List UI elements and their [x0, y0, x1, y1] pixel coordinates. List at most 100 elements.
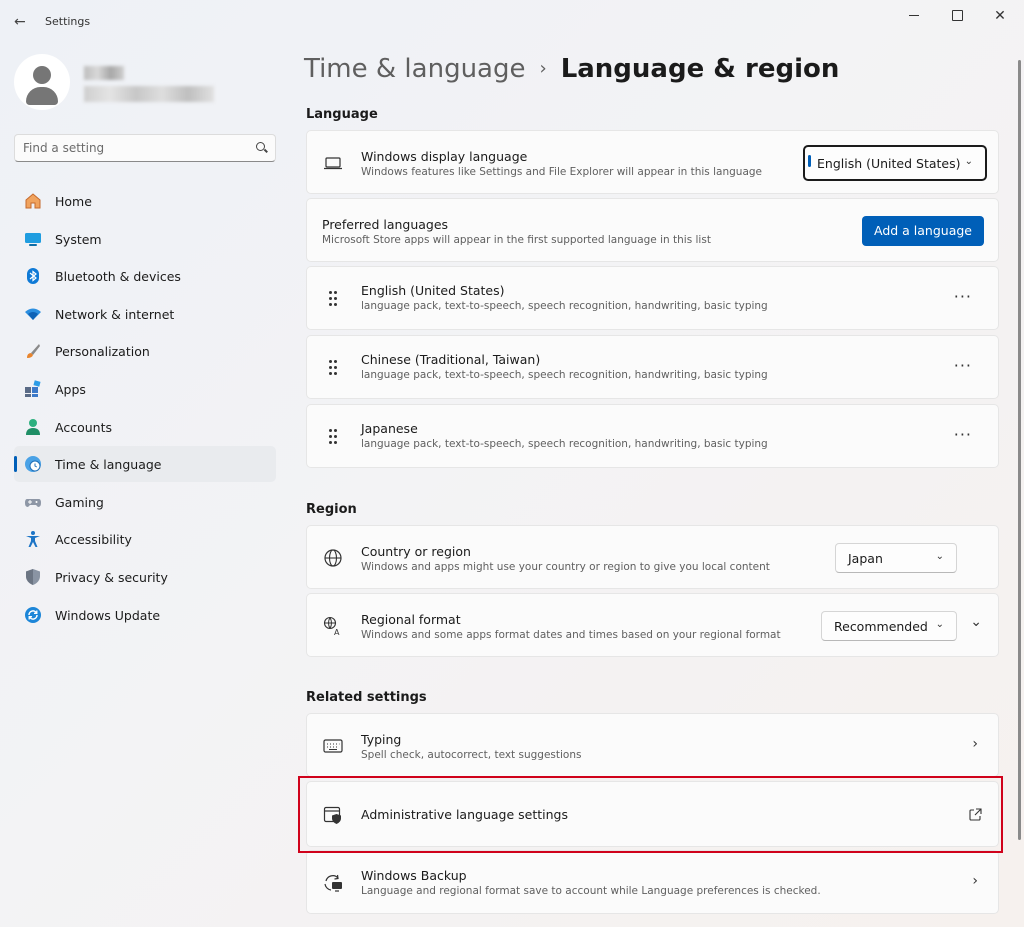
regional-format-card[interactable]: A Regional format Windows and some apps … — [306, 593, 999, 657]
sidebar-item-time-language[interactable]: Time & language — [14, 446, 276, 483]
country-region-card: Country or region Windows and apps might… — [306, 525, 999, 589]
country-region-desc: Windows and apps might use your country … — [361, 561, 770, 573]
maximize-button[interactable] — [934, 6, 980, 26]
sidebar-item-label: Accessibility — [55, 532, 132, 548]
language-name: English (United States) — [361, 283, 505, 298]
sidebar-item-windows-update[interactable]: Windows Update — [14, 597, 276, 633]
sidebar-item-system[interactable]: System — [14, 221, 276, 257]
minimize-icon — [909, 15, 919, 16]
user-name-redacted — [84, 66, 124, 80]
windows-backup-title: Windows Backup — [361, 868, 467, 883]
update-icon — [25, 606, 41, 623]
chevron-down-icon: ⌄ — [964, 156, 973, 167]
brush-icon — [27, 344, 40, 359]
country-region-title: Country or region — [361, 544, 471, 559]
sidebar-nav: Home System Bluetooth & devices Network … — [14, 183, 276, 634]
regional-format-title: Regional format — [361, 612, 461, 627]
search-input[interactable] — [23, 139, 243, 157]
sidebar-item-apps[interactable]: Apps — [14, 371, 276, 407]
avatar — [14, 54, 70, 110]
regional-format-desc: Windows and some apps format dates and t… — [361, 629, 781, 641]
section-heading-language: Language — [306, 107, 378, 122]
globe-icon — [324, 549, 342, 567]
keyboard-icon — [323, 739, 343, 753]
administrative-language-settings-link[interactable]: Administrative language settings — [306, 781, 999, 847]
drag-handle-icon[interactable] — [329, 360, 337, 376]
sidebar-item-accessibility[interactable]: Accessibility — [14, 521, 276, 557]
user-profile[interactable] — [14, 46, 276, 116]
sidebar-item-network[interactable]: Network & internet — [14, 296, 276, 332]
app-title: Settings — [45, 15, 91, 28]
sidebar-item-label: Time & language — [55, 457, 162, 473]
display-language-dropdown[interactable]: English (United States) ⌄ — [803, 145, 987, 181]
back-arrow-icon[interactable]: ← — [14, 12, 28, 32]
more-options-icon[interactable]: ··· — [954, 356, 972, 375]
sidebar-item-accounts[interactable]: Accounts — [14, 409, 276, 445]
sidebar-item-label: Home — [55, 194, 92, 209]
language-name: Japanese — [361, 421, 418, 436]
chevron-down-icon: ⌄ — [935, 619, 944, 630]
typing-link[interactable]: Typing Spell check, autocorrect, text su… — [306, 713, 999, 777]
more-options-icon[interactable]: ··· — [954, 425, 972, 444]
title-bar: ← Settings ✕ — [0, 0, 1024, 46]
preferred-languages-desc: Microsoft Store apps will appear in the … — [322, 234, 711, 246]
sidebar-item-gaming[interactable]: Gaming — [14, 484, 276, 520]
drag-handle-icon[interactable] — [329, 429, 337, 445]
clock-globe-icon — [25, 456, 41, 473]
windows-backup-desc: Language and regional format save to acc… — [361, 885, 821, 897]
sidebar-item-privacy-security[interactable]: Privacy & security — [14, 559, 276, 595]
windows-backup-link[interactable]: Windows Backup Language and regional for… — [306, 850, 999, 914]
search-box[interactable] — [14, 134, 276, 162]
focus-indicator — [808, 155, 811, 167]
section-heading-related: Related settings — [306, 690, 427, 705]
apps-icon — [25, 380, 41, 397]
sidebar-item-label: System — [55, 231, 102, 247]
language-features: language pack, text-to-speech, speech re… — [361, 369, 768, 381]
sidebar-item-label: Personalization — [55, 344, 150, 360]
sidebar-item-bluetooth[interactable]: Bluetooth & devices — [14, 258, 276, 294]
typing-title: Typing — [361, 732, 402, 747]
section-heading-region: Region — [306, 502, 357, 517]
typing-desc: Spell check, autocorrect, text suggestio… — [361, 749, 582, 761]
scrollbar[interactable] — [1018, 60, 1021, 840]
country-region-value: Japan — [848, 551, 883, 566]
more-options-icon[interactable]: ··· — [954, 287, 972, 306]
sidebar-item-label: Accounts — [55, 419, 112, 435]
sidebar-item-personalization[interactable]: Personalization — [14, 333, 276, 369]
active-indicator — [14, 456, 17, 473]
preferred-languages-card: Preferred languages Microsoft Store apps… — [306, 198, 999, 262]
regional-format-icon: A — [323, 616, 340, 636]
gamepad-icon — [25, 498, 41, 507]
expand-chevron-icon[interactable]: ⌄ — [970, 614, 982, 630]
home-icon — [25, 193, 41, 209]
close-button[interactable]: ✕ — [977, 6, 1023, 26]
system-icon — [25, 232, 41, 246]
page-title: Language & region — [560, 54, 840, 84]
avatar-body-icon — [26, 87, 58, 105]
sidebar-item-home[interactable]: Home — [14, 183, 276, 219]
backup-sync-icon — [324, 874, 342, 892]
language-row-english[interactable]: English (United States) language pack, t… — [306, 266, 999, 330]
breadcrumb-parent[interactable]: Time & language — [304, 54, 525, 84]
display-language-value: English (United States) — [817, 156, 961, 171]
language-row-chinese[interactable]: Chinese (Traditional, Taiwan) language p… — [306, 335, 999, 399]
admin-shield-window-icon — [323, 806, 341, 824]
open-external-icon — [969, 808, 982, 821]
search-icon[interactable] — [256, 142, 265, 151]
maximize-icon — [952, 10, 963, 21]
language-name: Chinese (Traditional, Taiwan) — [361, 352, 541, 367]
accounts-icon — [26, 418, 40, 435]
country-region-dropdown[interactable]: Japan ⌄ — [835, 543, 957, 573]
language-features: language pack, text-to-speech, speech re… — [361, 300, 768, 312]
minimize-button[interactable] — [891, 6, 937, 26]
regional-format-dropdown[interactable]: Recommended ⌄ — [821, 611, 957, 641]
drag-handle-icon[interactable] — [329, 291, 337, 307]
sidebar-item-label: Network & internet — [55, 306, 175, 322]
chevron-down-icon: ⌄ — [935, 551, 944, 562]
language-row-japanese[interactable]: Japanese language pack, text-to-speech, … — [306, 404, 999, 468]
sidebar-item-label: Apps — [55, 381, 86, 397]
sidebar-item-label: Windows Update — [55, 607, 161, 623]
add-language-button[interactable]: Add a language — [862, 216, 984, 246]
bluetooth-icon — [27, 268, 39, 285]
regional-format-value: Recommended — [834, 619, 928, 634]
